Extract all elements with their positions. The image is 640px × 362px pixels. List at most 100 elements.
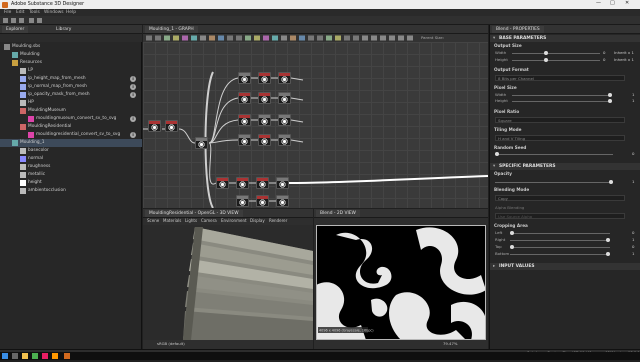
3d-menu-camera[interactable]: Camera [201, 218, 217, 224]
tree-item[interactable]: Moulding [0, 51, 142, 59]
tree-item[interactable]: Moulding_1 [0, 139, 142, 147]
menu-tools[interactable]: Tools [29, 10, 40, 15]
graph-node[interactable] [238, 134, 251, 146]
close-button[interactable]: ✕ [625, 0, 629, 7]
graph-node[interactable] [256, 195, 269, 207]
graph-node[interactable] [238, 92, 251, 104]
graph-node[interactable] [258, 114, 271, 126]
graph-canvas[interactable] [143, 42, 488, 208]
3d-menu-lights[interactable]: Lights [185, 218, 197, 224]
width-slider[interactable] [512, 51, 600, 55]
graph-node[interactable] [195, 137, 208, 149]
graph-node[interactable] [238, 114, 251, 126]
crop-top-slider[interactable] [510, 245, 610, 249]
pixel-height-value[interactable]: 1 [632, 98, 634, 103]
graph-tool-icon [353, 35, 359, 41]
3d-viewport[interactable] [143, 225, 313, 340]
opacity-value[interactable]: 1 [632, 179, 634, 184]
tree-item[interactable]: Moulding.sbs [0, 43, 142, 51]
pixel-height-slider[interactable] [512, 99, 612, 103]
tiling-mode-select[interactable]: H and V Tiling [495, 135, 625, 141]
colorspace-select[interactable]: sRGB (default) [157, 341, 185, 346]
tree-item[interactable]: ip_height_map_from_mesh i [0, 75, 142, 83]
graph-node[interactable] [258, 92, 271, 104]
pixel-width-value[interactable]: 1 [632, 92, 634, 97]
toolbar-icons[interactable] [0, 16, 640, 25]
tree-item[interactable]: LP [0, 67, 142, 75]
random-seed-slider[interactable] [495, 152, 613, 156]
info-icon[interactable]: i [130, 76, 136, 82]
output-format-select[interactable]: 8 Bits per Channel [495, 75, 625, 81]
crop-top-value[interactable]: 0 [632, 244, 634, 249]
tree-item[interactable]: height [0, 179, 142, 187]
width-relation[interactable]: Inherit x 1 [614, 50, 634, 55]
crop-left-slider[interactable] [510, 231, 610, 235]
tree-item[interactable]: MouldingResidential [0, 123, 142, 131]
3d-menu-scene[interactable]: Scene [147, 218, 159, 224]
graph-node[interactable] [258, 134, 271, 146]
maximize-button[interactable]: □ [610, 0, 615, 7]
base-parameters-section[interactable]: ▾ BASE PARAMETERS [490, 35, 640, 42]
graph-node[interactable] [256, 177, 269, 189]
tree-item[interactable]: roughness [0, 163, 142, 171]
graph-node[interactable] [278, 92, 291, 104]
tree-item[interactable]: HP [0, 99, 142, 107]
graph-node[interactable] [258, 72, 271, 84]
minimize-button[interactable]: — [596, 0, 601, 7]
zoom-level[interactable]: 79.47% [443, 341, 457, 346]
graph-node[interactable] [276, 177, 289, 189]
graph-node[interactable] [236, 195, 249, 207]
tab-explorer[interactable]: Explorer [2, 26, 29, 33]
height-value[interactable]: 0 [603, 57, 605, 62]
info-icon[interactable]: i [130, 132, 136, 138]
width-value[interactable]: 0 [603, 50, 605, 55]
graph-node[interactable] [276, 195, 289, 207]
graph-node[interactable] [278, 134, 291, 146]
graph-node[interactable] [278, 114, 291, 126]
3d-menu-display[interactable]: Display [250, 218, 265, 224]
tree-item[interactable]: Resources [0, 59, 142, 67]
height-slider[interactable] [512, 58, 600, 62]
graph-node[interactable] [236, 177, 249, 189]
crop-right-slider[interactable] [510, 238, 610, 242]
alpha-blending-select[interactable]: Use Source Alpha [495, 213, 625, 219]
info-icon[interactable]: i [130, 116, 136, 122]
graph-node[interactable] [148, 120, 161, 132]
random-seed-value[interactable]: 0 [632, 151, 634, 156]
tree-item[interactable]: normal [0, 155, 142, 163]
crop-left-value[interactable]: 0 [632, 230, 634, 235]
tab-library[interactable]: Library [52, 26, 75, 33]
tree-item[interactable]: ip_normal_map_from_mesh i [0, 83, 142, 91]
2d-viewport[interactable]: 4096 x 4096 (Grayscale, 16bpc) [316, 225, 486, 340]
tree-item[interactable]: basecolor [0, 147, 142, 155]
menu-file[interactable]: File [4, 10, 11, 15]
info-icon[interactable]: i [130, 84, 136, 90]
tree-item[interactable]: ambientocclusion [0, 187, 142, 195]
crop-right-value[interactable]: 1 [632, 237, 634, 242]
graph-node[interactable] [278, 72, 291, 84]
3d-menu-environment[interactable]: Environment [221, 218, 247, 224]
height-relation[interactable]: Inherit x 1 [614, 57, 634, 62]
info-icon[interactable]: i [130, 92, 136, 98]
tree-item[interactable]: mouldingmuseum_convert_sv_to_svg i [0, 115, 142, 123]
menu-windows[interactable]: Windows [44, 10, 64, 15]
input-values-section[interactable]: ▸ INPUT VALUES [490, 263, 640, 270]
pixel-ratio-select[interactable]: Square [495, 117, 625, 123]
tree-item[interactable]: ip_opacity_mask_from_mesh i [0, 91, 142, 99]
crop-bottom-slider[interactable] [510, 252, 610, 256]
crop-bottom-value[interactable]: 1 [632, 251, 634, 256]
tree-item[interactable]: MouldingMuseum [0, 107, 142, 115]
menu-help[interactable]: Help [66, 10, 76, 15]
tree-item[interactable]: mouldingresidential_convert_sv_to_svg i [0, 131, 142, 139]
graph-node[interactable] [238, 72, 251, 84]
graph-node[interactable] [216, 177, 229, 189]
3d-menu-materials[interactable]: Materials [163, 218, 181, 224]
specific-parameters-section[interactable]: ▾ SPECIFIC PARAMETERS [490, 163, 640, 170]
tree-item[interactable]: metallic [0, 171, 142, 179]
pixel-width-slider[interactable] [512, 93, 612, 97]
3d-menu-renderer[interactable]: Renderer [269, 218, 287, 224]
blending-mode-select[interactable]: Copy [495, 195, 625, 201]
graph-node[interactable] [165, 120, 178, 132]
opacity-slider[interactable] [495, 180, 613, 184]
menu-edit[interactable]: Edit [16, 10, 25, 15]
